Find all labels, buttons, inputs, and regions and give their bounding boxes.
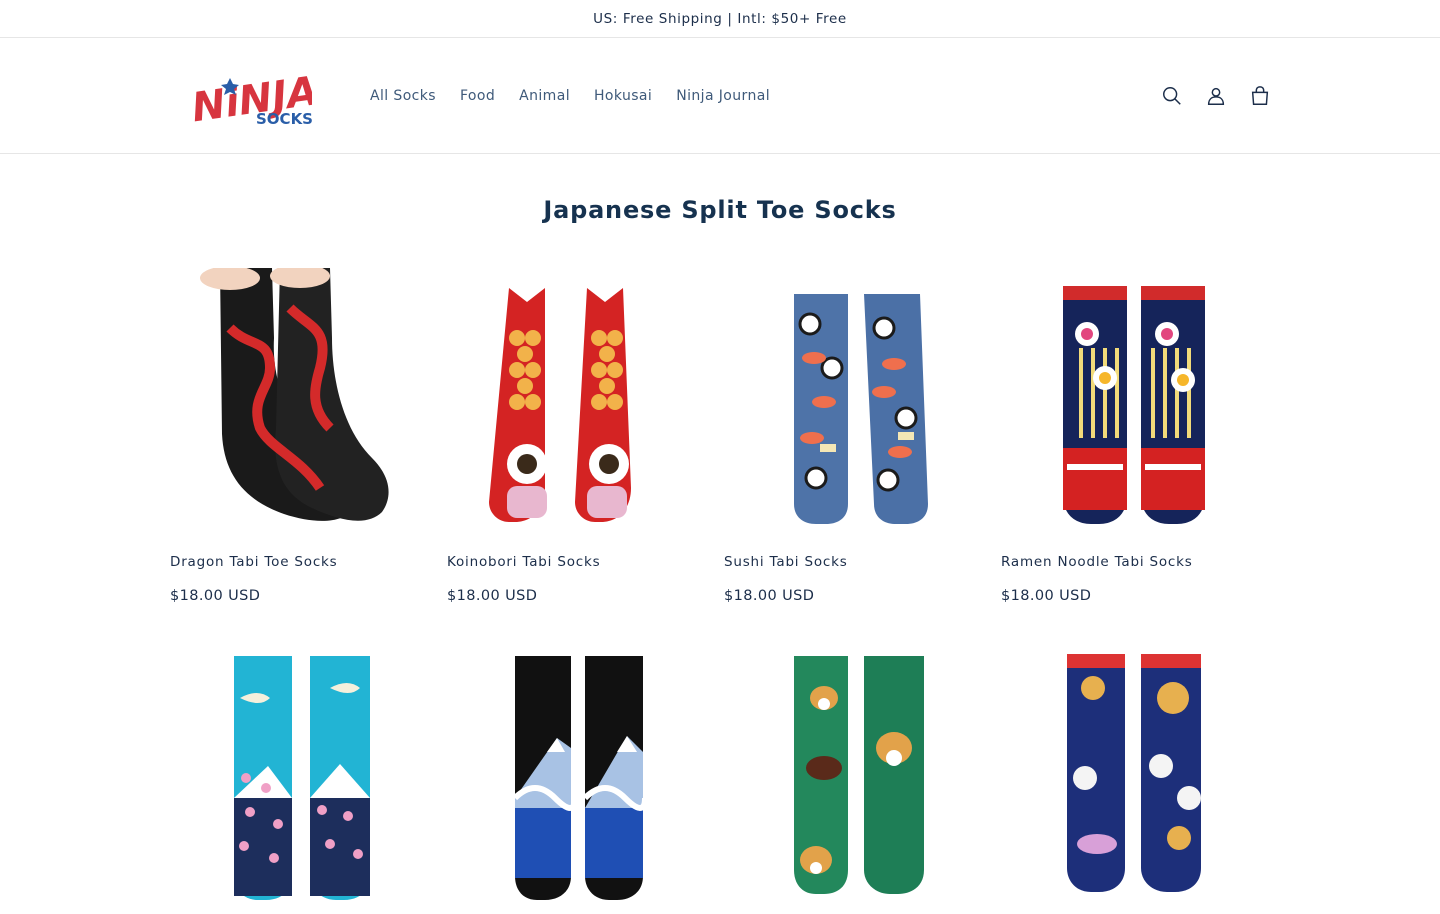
nav-animal[interactable]: Animal (519, 88, 570, 104)
site-header: NiNJA SOCKS All Socks Food Animal Hokusa… (0, 38, 1440, 154)
product-name[interactable]: Dragon Tabi Toe Socks (170, 554, 338, 570)
product-name[interactable]: Sushi Tabi Socks (724, 554, 848, 570)
product-image-ramen[interactable] (1001, 268, 1261, 530)
ninja-socks-logo[interactable]: NiNJA SOCKS (189, 64, 321, 131)
product-image-corgi[interactable] (724, 648, 984, 910)
header-icons (1160, 38, 1272, 154)
svg-text:SOCKS: SOCKS (256, 110, 312, 128)
cart-icon[interactable] (1248, 84, 1272, 108)
product-image-sushi[interactable] (724, 268, 984, 530)
nav-food[interactable]: Food (460, 88, 495, 104)
announcement-bar: US: Free Shipping | Intl: $50+ Free (0, 0, 1440, 38)
nav-all-socks[interactable]: All Socks (370, 88, 436, 104)
product-image-crane-fuji[interactable] (170, 648, 430, 910)
search-icon[interactable] (1160, 84, 1184, 108)
user-icon[interactable] (1204, 84, 1228, 108)
product-image-hokusai-wave[interactable] (447, 648, 707, 910)
product-image-koinobori[interactable] (447, 268, 707, 530)
product-name[interactable]: Koinobori Tabi Socks (447, 554, 600, 570)
product-name[interactable]: Ramen Noodle Tabi Socks (1001, 554, 1193, 570)
product-price: $18.00 USD (447, 588, 538, 604)
nav-hokusai[interactable]: Hokusai (594, 88, 652, 104)
product-price: $18.00 USD (1001, 588, 1092, 604)
collection-title: Japanese Split Toe Socks (543, 196, 897, 224)
main-nav: All Socks Food Animal Hokusai Ninja Jour… (370, 38, 794, 154)
product-image-dragon[interactable] (170, 264, 430, 530)
product-image-cats[interactable] (1001, 648, 1261, 910)
product-price: $18.00 USD (170, 588, 261, 604)
nav-ninja-journal[interactable]: Ninja Journal (676, 88, 770, 104)
product-price: $18.00 USD (724, 588, 815, 604)
announcement-text: US: Free Shipping | Intl: $50+ Free (593, 10, 847, 27)
